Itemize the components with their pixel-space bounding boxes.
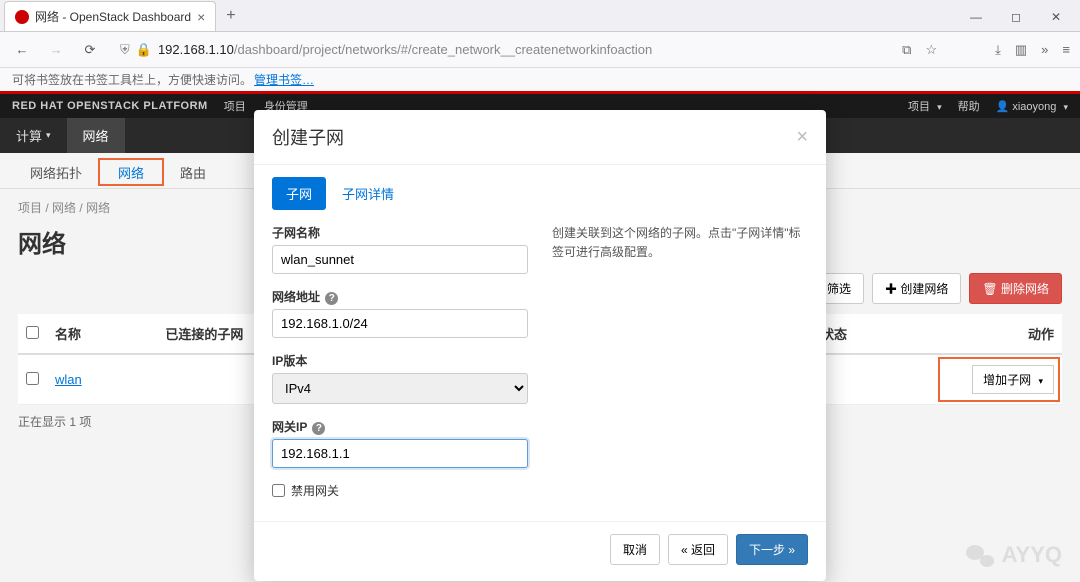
manage-bookmarks-link[interactable]: 管理书签… (254, 71, 314, 88)
modal-header: 创建子网 × (254, 110, 826, 165)
brand-label: RED HAT OPENSTACK PLATFORM (12, 100, 208, 112)
col-action: 动作 (942, 314, 1062, 354)
subnav-routers[interactable]: 路由 (162, 153, 224, 188)
tab-subnet[interactable]: 子网 (272, 177, 326, 210)
modal-help-text: 创建关联到这个网络的子网。点击"子网详情"标签可进行高级配置。 (552, 224, 808, 513)
disable-gateway-checkbox[interactable] (272, 484, 285, 497)
subnet-form: 子网名称 网络地址 ? IP版本 IPv4 网关IP ? 禁用网关 (272, 224, 528, 513)
bookmark-star-icon[interactable]: ☆ (925, 42, 937, 58)
help-link[interactable]: 帮助 (958, 98, 980, 114)
delete-network-button[interactable]: 🗑 删除网络 (969, 273, 1062, 304)
gateway-ip-input[interactable] (272, 439, 528, 468)
overflow-icon[interactable]: » (1041, 42, 1048, 57)
disable-gateway-checkbox-label[interactable]: 禁用网关 (272, 482, 528, 499)
label-subnet-name: 子网名称 (272, 224, 528, 241)
help-icon[interactable]: ? (312, 422, 325, 435)
subnet-name-input[interactable] (272, 245, 528, 274)
subnav-networks[interactable]: 网络 (100, 153, 162, 188)
chevron-down-icon: ▾ (46, 130, 51, 141)
row-checkbox[interactable] (26, 372, 39, 385)
network-name-link[interactable]: wlan (55, 372, 82, 387)
close-tab-icon[interactable]: × (197, 9, 205, 25)
new-tab-button[interactable]: + (216, 1, 245, 31)
add-subnet-button[interactable]: 增加子网 ▾ (972, 365, 1054, 394)
modal-footer: 取消 « 返回 下一步 » (254, 521, 826, 581)
bookmark-hint-bar: 可将书签放在书签工具栏上，方便快速访问。 管理书签… (0, 68, 1080, 94)
crumb-link[interactable]: 项目 (18, 201, 42, 215)
reload-button[interactable]: ⟳ (78, 38, 102, 62)
select-all-checkbox[interactable] (26, 326, 39, 339)
download-icon[interactable]: ⤓ (995, 42, 1001, 58)
reader-icon[interactable]: ⧉ (902, 42, 911, 58)
wechat-icon (966, 543, 994, 567)
label-gateway-ip: 网关IP ? (272, 418, 528, 435)
address-bar-actions: ⧉ ☆ ⤓ ▥ » ≡ (902, 42, 1070, 58)
chevron-down-icon: ▾ (1063, 102, 1068, 112)
maximize-icon[interactable]: ◻ (996, 3, 1036, 31)
minimize-icon[interactable]: — (956, 3, 996, 31)
create-network-button[interactable]: ✚ 创建网络 (872, 273, 961, 304)
back-button[interactable]: ← (10, 38, 34, 62)
create-subnet-modal: 创建子网 × 子网 子网详情 子网名称 网络地址 ? IP版本 IPv4 网关I… (254, 110, 826, 581)
subnav-topology[interactable]: 网络拓扑 (12, 153, 100, 188)
tab-title: 网络 - OpenStack Dashboard (35, 8, 191, 25)
ip-version-select[interactable]: IPv4 (272, 373, 528, 404)
url-text: 192.168.1.10/dashboard/project/networks/… (158, 42, 652, 57)
nav-compute[interactable]: 计算 ▾ (0, 118, 67, 153)
browser-tab-strip: 网络 - OpenStack Dashboard × + — ◻ ✕ (0, 0, 1080, 32)
next-button[interactable]: 下一步 » (736, 534, 808, 565)
browser-tab[interactable]: 网络 - OpenStack Dashboard × (4, 1, 216, 31)
nav-network[interactable]: 网络 (67, 118, 125, 153)
menu-icon[interactable]: ≡ (1062, 42, 1070, 57)
forward-button[interactable]: → (44, 38, 68, 62)
window-controls: — ◻ ✕ (956, 3, 1076, 31)
favicon-icon (15, 10, 29, 24)
close-window-icon[interactable]: ✕ (1036, 3, 1076, 31)
crumb-link[interactable]: 网络 (52, 201, 76, 215)
cancel-button[interactable]: 取消 (610, 534, 660, 565)
lock-insecure-icon: 🔒 (136, 42, 152, 58)
modal-close-icon[interactable]: × (796, 126, 808, 149)
chevron-down-icon: ▾ (937, 102, 942, 112)
network-address-input[interactable] (272, 309, 528, 338)
project-menu[interactable]: 项目 ▾ (908, 98, 942, 114)
watermark: AYYQ (966, 542, 1062, 568)
user-menu[interactable]: 👤 xiaoyong ▾ (996, 100, 1068, 113)
modal-title: 创建子网 (272, 124, 344, 150)
label-network-address: 网络地址 ? (272, 288, 528, 305)
label-ip-version: IP版本 (272, 352, 528, 369)
address-bar: ← → ⟳ ⛨ 🔒 192.168.1.10/dashboard/project… (0, 32, 1080, 68)
back-button-modal[interactable]: « 返回 (668, 534, 728, 565)
library-icon[interactable]: ▥ (1015, 42, 1027, 58)
help-icon[interactable]: ? (325, 292, 338, 305)
tab-subnet-details[interactable]: 子网详情 (328, 177, 408, 210)
crumb-current: 网络 (86, 201, 110, 215)
shield-icon: ⛨ (120, 42, 130, 58)
header-link-project[interactable]: 项目 (224, 98, 246, 114)
modal-tabs: 子网 子网详情 (254, 165, 826, 210)
url-field[interactable]: ⛨ 🔒 192.168.1.10/dashboard/project/netwo… (112, 38, 892, 62)
chevron-down-icon: ▾ (1038, 376, 1043, 386)
col-name: 名称 (47, 314, 157, 354)
